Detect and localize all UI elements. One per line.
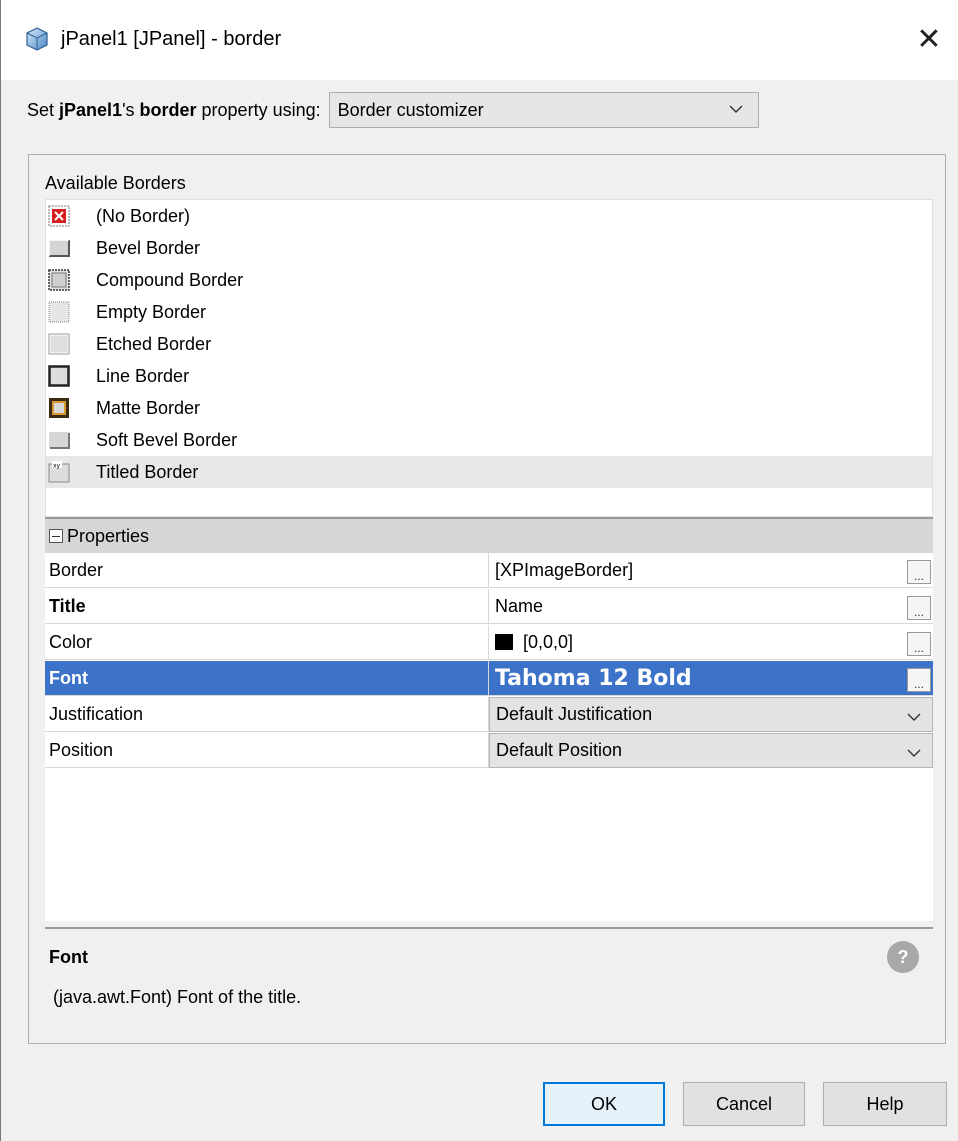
property-value[interactable]: Default Justification [489,697,933,732]
list-item[interactable]: Bevel Border [46,232,932,264]
customizer-panel: Available Borders (No Border) Bevel Bord… [28,154,946,1044]
list-item[interactable]: Compound Border [46,264,932,296]
bevel-border-icon [48,239,70,257]
etched-border-icon [48,333,70,355]
svg-text:xy: xy [53,463,61,470]
list-item[interactable]: Soft Bevel Border [46,424,932,456]
table-row[interactable]: Color [0,0,0] ... [45,625,933,660]
property-value[interactable]: [0,0,0] ... [489,625,933,659]
property-value[interactable]: Default Position [489,733,933,768]
table-row[interactable]: Border [XPImageBorder] ... [45,553,933,588]
help-button[interactable]: Help [823,1082,947,1126]
property-value[interactable]: Tahoma 12 Bold ... [489,661,933,695]
bean-icon [26,27,48,51]
line-border-icon [48,365,70,387]
available-borders-label: Available Borders [45,173,186,193]
property-name: Border [45,553,489,587]
setter-row: Set jPanel1's border property using: Bor… [27,92,759,128]
position-select[interactable]: Default Position [489,733,933,768]
list-item[interactable]: Empty Border [46,296,932,328]
ellipsis-button[interactable]: ... [907,560,931,584]
titled-border-icon: xy [48,461,70,483]
matte-border-icon [49,398,69,418]
close-icon: ✕ [916,22,942,56]
table-row[interactable]: Position Default Position [45,733,933,768]
color-swatch [495,634,513,650]
property-name: Title [45,589,489,623]
properties-header[interactable]: Properties [45,517,933,553]
cancel-button[interactable]: Cancel [683,1082,805,1126]
property-mode-select[interactable]: Border customizer [328,92,759,128]
table-row[interactable]: Justification Default Justification [45,697,933,732]
list-item[interactable]: xy Titled Border [46,456,932,488]
description-text: (java.awt.Font) Font of the title. [53,987,302,1007]
soft-bevel-border-icon [49,432,70,449]
chevron-down-icon [729,105,743,113]
border-dialog: jPanel1 [JPanel] - border ✕ Set jPanel1'… [0,0,958,1141]
table-row[interactable]: Title Name ... [45,589,933,624]
ellipsis-button[interactable]: ... [907,668,931,692]
property-name: Justification [45,697,489,731]
compound-border-icon [48,269,70,291]
property-name: Position [45,733,489,767]
property-sheet: Border [XPImageBorder] ... Title Name ..… [45,553,933,921]
justification-select[interactable]: Default Justification [489,697,933,732]
empty-border-icon [48,301,70,323]
property-mode-value: Border customizer [337,99,484,120]
window-title: jPanel1 [JPanel] - border [61,28,282,50]
help-icon[interactable]: ? [887,941,919,973]
property-name: Color [45,625,489,659]
setter-label: Set jPanel1's border property using: [27,99,321,120]
available-borders-list[interactable]: (No Border) Bevel Border Compound Border [45,199,933,517]
description-title: Font [49,947,88,967]
property-value[interactable]: [XPImageBorder] ... [489,553,933,587]
list-item[interactable]: Matte Border [46,392,932,424]
list-item[interactable]: Line Border [46,360,932,392]
title-bar: jPanel1 [JPanel] - border ✕ [1,0,958,80]
table-row[interactable]: Font Tahoma 12 Bold ... [45,661,933,696]
chevron-down-icon [907,749,921,757]
property-name: Font [45,661,489,695]
chevron-down-icon [907,713,921,721]
close-button[interactable]: ✕ [899,14,958,64]
ellipsis-button[interactable]: ... [907,596,931,620]
no-border-icon [48,205,70,227]
list-item[interactable]: Etched Border [46,328,932,360]
ok-button[interactable]: OK [543,1082,665,1126]
ellipsis-button[interactable]: ... [907,632,931,656]
description-divider [45,927,933,929]
list-item[interactable]: (No Border) [46,200,932,232]
property-value[interactable]: Name ... [489,589,933,623]
collapse-icon[interactable] [49,529,63,543]
